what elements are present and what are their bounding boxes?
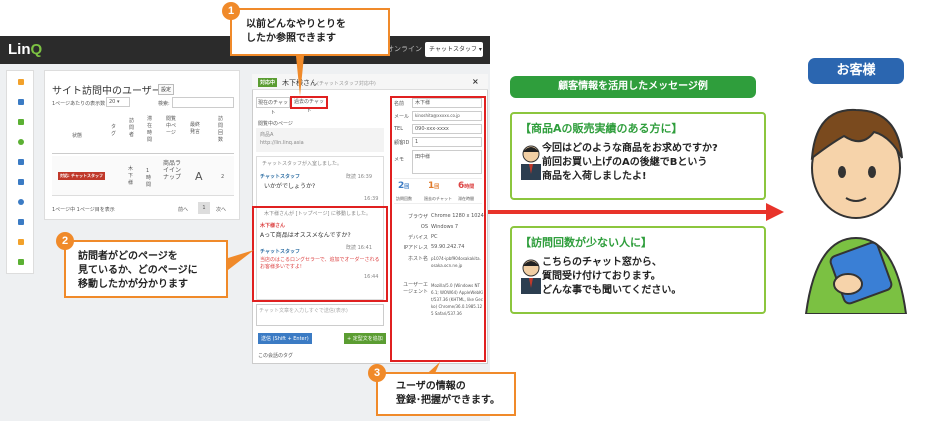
callout-1-pointer — [296, 56, 304, 96]
example-2-body: こちらのチャット窓から、 質問受け付けております。 どんな事でも聞いてください。 — [542, 257, 682, 296]
examples-header: 顧客情報を活用したメッセージ例 — [510, 76, 756, 98]
customer-label: お客様 — [808, 58, 904, 84]
example-1-body: 今回はどのような商品をお求めですか? 前回お買い上げのAの後継でBという 商品を入荷… — [542, 143, 718, 182]
example-2-title: 【訪問回数が少ない人に】 — [520, 236, 652, 249]
callout-2-number: 2 — [56, 232, 74, 250]
callout-1-number: 1 — [222, 2, 240, 20]
callout-1: 以前どんなやりとりを したか参照できます — [230, 8, 390, 56]
callout-3-number: 3 — [368, 364, 386, 382]
main-arrow-head — [766, 203, 784, 221]
callout-3: ユーザの情報の 登録･把握ができます。 — [376, 372, 516, 416]
callout-2-pointer — [228, 250, 254, 270]
callout-2: 訪問者がどのページを 見ているか、どのページに 移動したかが分かります — [64, 240, 228, 298]
example-1-title: 【商品Aの販売実績のある方に】 — [520, 122, 683, 135]
customer-illustration — [804, 108, 908, 314]
